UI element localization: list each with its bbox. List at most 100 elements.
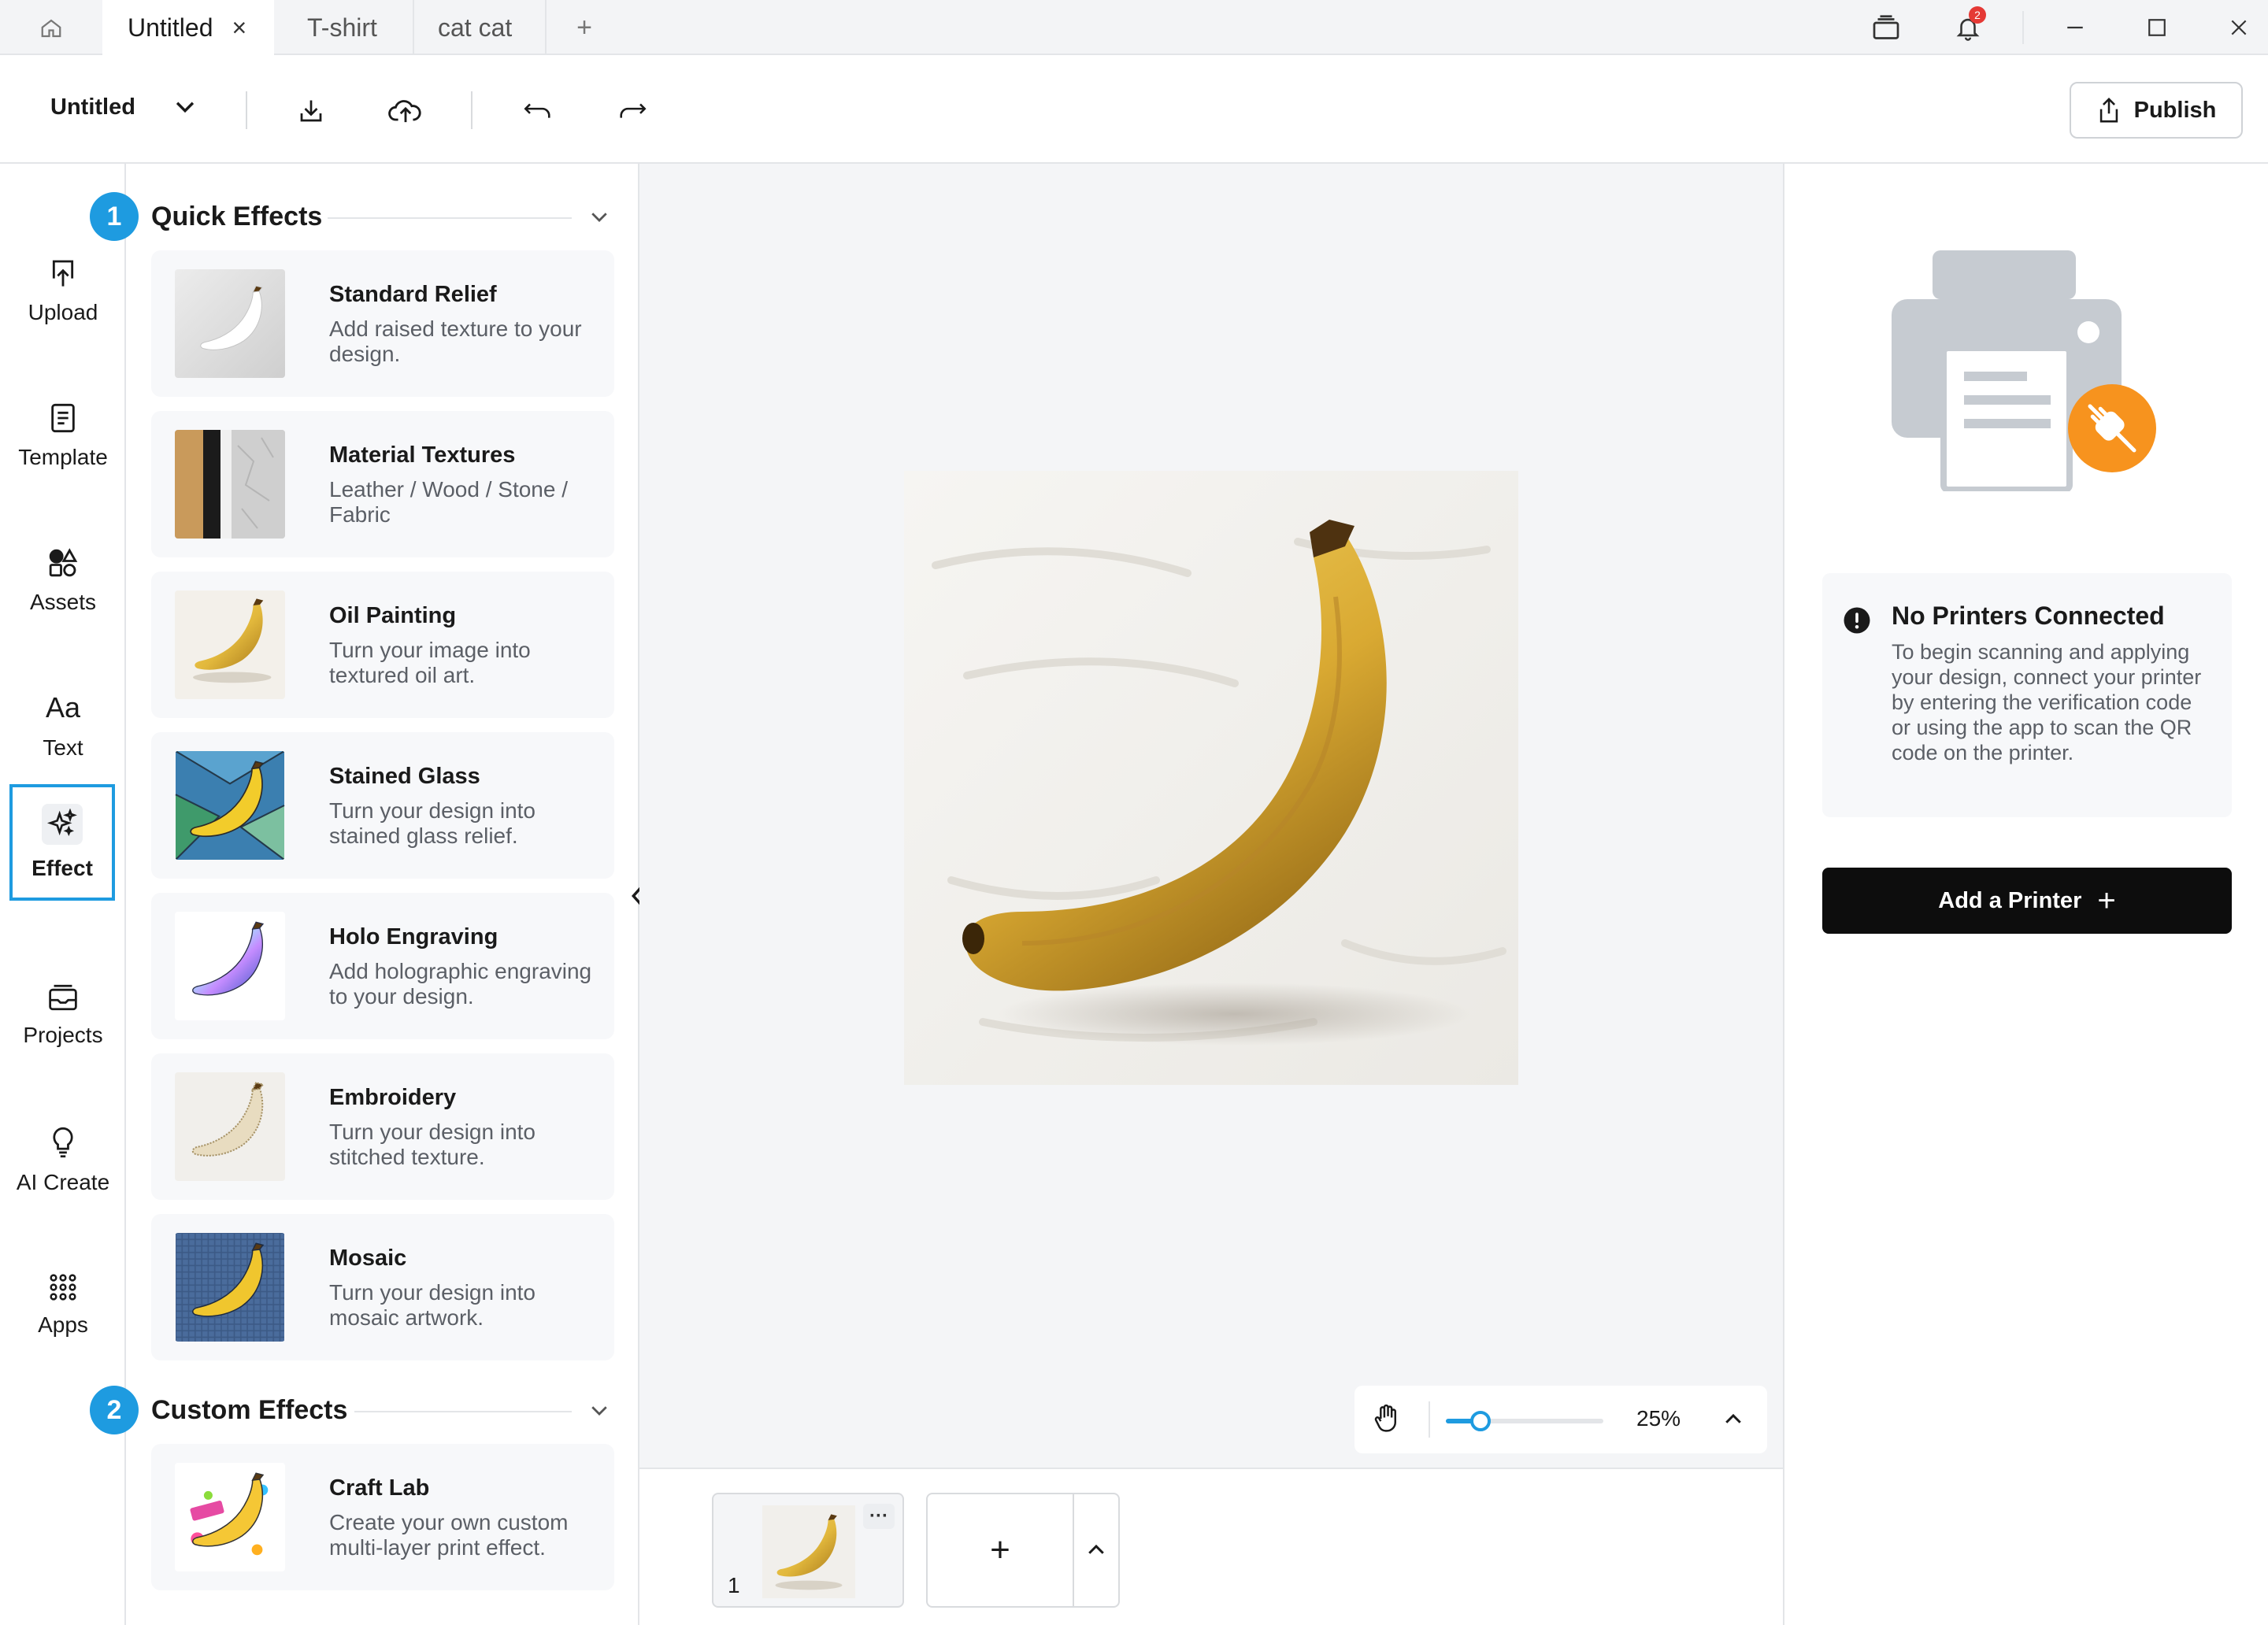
rail-item-template[interactable]: Template [0,381,126,491]
zoom-slider-handle[interactable] [1470,1411,1491,1431]
effect-description: Turn your image into textured oil art. [329,638,531,687]
custom-effects-header[interactable]: 2 Custom Effects [90,1383,639,1438]
hand-icon [1374,1404,1396,1432]
download-icon [300,100,322,122]
section-title: Quick Effects [151,202,323,231]
window-controls-divider [2022,11,2024,44]
rail-label: Upload [28,300,98,324]
printer-panel: No Printers Connected To begin scanning … [1783,164,2268,1625]
toolbar-divider [471,91,472,129]
tab-untitled[interactable]: Untitled × [102,0,274,55]
effect-title: Stained Glass [329,764,480,789]
pan-tool-button[interactable] [1372,1403,1402,1438]
tab-label: Untitled [128,13,213,42]
page-strip: 1 ··· + [639,1468,1783,1625]
page-thumbnail[interactable]: 1 ··· [712,1493,904,1608]
cloud-upload-button[interactable] [384,90,427,132]
effect-description: Add holographic engraving to your design… [329,959,592,1009]
effect-card-material-textures[interactable]: Material Textures Leather / Wood / Stone… [151,411,614,557]
chevron-up-icon [1725,1413,1741,1423]
minimize-button[interactable] [2055,9,2095,46]
effect-title: Mosaic [329,1246,407,1271]
notifications-button[interactable]: 2 [1948,6,1988,46]
rail-label: Assets [29,590,97,614]
section-divider [328,217,572,219]
no-printer-notice: No Printers Connected To begin scanning … [1822,573,2232,817]
close-window-button[interactable] [2219,9,2259,46]
home-button[interactable] [24,11,79,46]
collapse-section-button[interactable] [587,1398,611,1426]
effect-thumbnail [175,430,285,539]
document-title[interactable]: Untitled [50,94,135,120]
maximize-button[interactable] [2137,9,2177,46]
upload-icon [52,260,74,287]
publish-button[interactable]: Publish [2070,82,2243,139]
effect-card-embroidery[interactable]: Embroidery Turn your design into stitche… [151,1053,614,1200]
add-page-control: + [926,1493,1120,1608]
page-number: 1 [728,1573,740,1597]
effect-card-stained-glass[interactable]: Stained Glass Turn your design into stai… [151,732,614,879]
redo-icon [620,103,647,118]
zoom-slider[interactable] [1446,1411,1603,1431]
step-badge: 1 [90,192,139,241]
rail-item-apps[interactable]: Apps [0,1250,126,1360]
artboard-banana-image[interactable] [904,471,1518,1085]
rail-item-effect[interactable]: Effect [9,784,115,901]
page-options-button[interactable] [1074,1494,1118,1606]
add-printer-button[interactable]: Add a Printer + [1822,868,2232,934]
effect-title: Holo Engraving [329,924,498,949]
zoom-level: 25% [1636,1406,1681,1431]
download-button[interactable] [290,90,332,132]
rail-item-text[interactable]: Aa Text [0,671,126,781]
effect-card-standard-relief[interactable]: Standard Relief Add raised texture to yo… [151,250,614,397]
rail-label: Apps [38,1312,88,1337]
template-icon [51,403,75,433]
rail-item-upload[interactable]: Upload [0,236,126,346]
document-menu-button[interactable] [172,93,198,124]
tab-label: T-shirt [307,13,377,42]
add-page-button[interactable]: + [928,1494,1073,1606]
effect-thumbnail [175,1072,285,1181]
zoom-menu-button[interactable] [1721,1408,1745,1435]
chevron-down-icon [176,102,195,113]
window-stack-button[interactable] [1866,9,1906,46]
quick-effects-header[interactable]: 1 Quick Effects [90,189,639,244]
effect-card-mosaic[interactable]: Mosaic Turn your design into mosaic artw… [151,1214,614,1360]
rail-item-ai-create[interactable]: AI Create [0,1105,126,1216]
tab-close-button[interactable]: × [232,13,247,43]
unplugged-icon [2068,384,2156,472]
undo-button[interactable] [517,90,559,132]
effect-card-oil-painting[interactable]: Oil Painting Turn your image into textur… [151,572,614,718]
section-divider [354,1411,572,1412]
chevron-up-icon [1088,1544,1104,1554]
effect-description: Leather / Wood / Stone / Fabric [329,477,569,527]
effect-card-craft-lab[interactable]: Craft Lab Create your own custom multi-l… [151,1444,614,1590]
undo-icon [524,103,550,118]
home-icon [41,19,61,38]
effects-panel: 1 Quick Effects Standard Relief Add rais… [90,164,639,1625]
rail-item-assets[interactable]: Assets [0,526,126,636]
chevron-down-icon [591,213,607,222]
rail-label: Effect [32,856,93,880]
collapse-section-button[interactable] [587,205,611,232]
tab-cat-cat[interactable]: cat cat [414,0,545,55]
publish-label: Publish [2133,97,2217,123]
effect-title: Standard Relief [329,282,497,307]
effect-title: Embroidery [329,1085,457,1110]
chevron-down-icon [591,1406,607,1416]
new-tab-button[interactable]: + [561,0,608,55]
assets-icon [49,548,78,577]
tab-t-shirt[interactable]: T-shirt [284,0,413,55]
share-icon [2099,98,2118,123]
rail-item-projects[interactable]: Projects [0,961,126,1071]
effect-description: Create your own custom multi-layer print… [329,1510,569,1560]
redo-button[interactable] [611,90,654,132]
toolbar-divider [246,91,247,129]
page-more-button[interactable]: ··· [863,1504,895,1529]
rail-label: Text [43,735,83,760]
design-canvas[interactable]: 25% [639,164,1783,1468]
notification-badge: 2 [1969,6,1986,24]
zoom-control: 25% [1354,1386,1767,1453]
effect-card-holo-engraving[interactable]: Holo Engraving Add holographic engraving… [151,893,614,1039]
effect-title: Oil Painting [329,603,457,628]
